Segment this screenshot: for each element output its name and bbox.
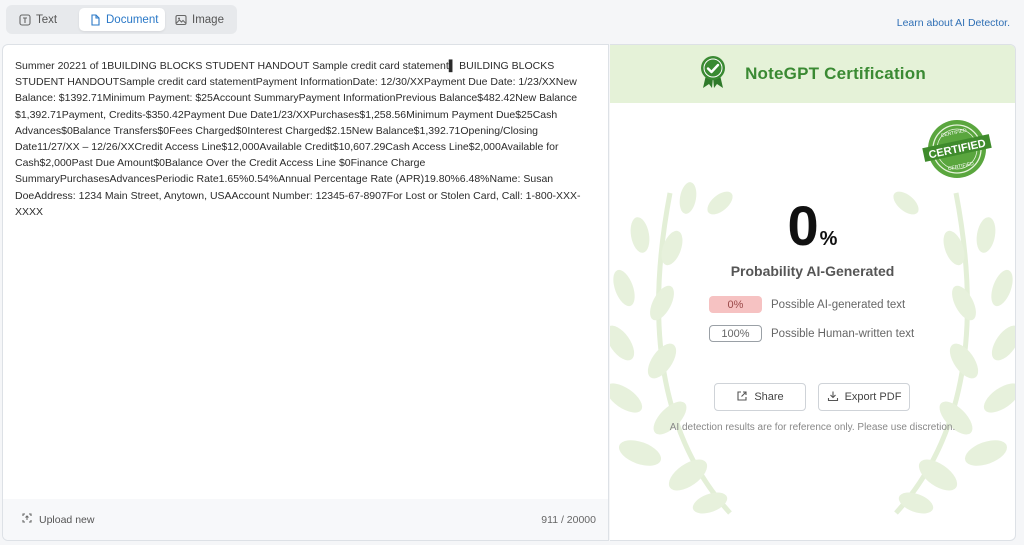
upload-new-button[interactable]: Upload new: [21, 512, 94, 527]
input-mode-tabs: Text Document Image: [6, 5, 237, 34]
certified-badge-icon: [699, 55, 727, 94]
ai-percent-value: 0: [787, 194, 819, 257]
tab-document[interactable]: Document: [79, 8, 165, 31]
character-counter: 911 / 20000: [541, 513, 596, 526]
image-icon: [175, 14, 187, 26]
share-button[interactable]: Share: [714, 383, 806, 411]
tab-image[interactable]: Image: [165, 8, 234, 31]
human-written-label: Possible Human-written text: [771, 327, 915, 340]
document-panel: Summer 20221 of 1BUILDING BLOCKS STUDENT…: [2, 44, 609, 541]
text-icon: [19, 13, 31, 26]
document-footer: Upload new 911 / 20000: [3, 499, 608, 540]
upload-icon: [21, 512, 33, 527]
probability-label: Probability AI-Generated: [730, 263, 895, 279]
certified-stamp-icon: CERTIFIED CERTIFIED CERTIFIED: [922, 120, 992, 178]
tab-text[interactable]: Text: [9, 8, 79, 31]
download-icon: [827, 390, 839, 405]
human-written-value-badge: 100%: [709, 325, 762, 342]
human-written-metric: 100% Possible Human-written text: [709, 325, 914, 342]
upload-new-label: Upload new: [39, 513, 95, 526]
document-text[interactable]: Summer 20221 of 1BUILDING BLOCKS STUDENT…: [3, 45, 608, 220]
tab-label: Text: [36, 13, 58, 26]
result-panel: NoteGPT Certification CERTIFIED CERTIFIE…: [610, 44, 1016, 541]
result-actions: Share Export PDF: [714, 383, 910, 411]
export-pdf-button[interactable]: Export PDF: [818, 383, 910, 411]
share-icon: [736, 390, 748, 405]
ai-generated-label: Possible AI-generated text: [771, 298, 906, 311]
tab-label: Document: [106, 13, 159, 26]
share-label: Share: [754, 391, 784, 403]
export-pdf-label: Export PDF: [844, 391, 902, 403]
tab-label: Image: [192, 13, 224, 26]
certification-title: NoteGPT Certification: [745, 64, 926, 83]
disclaimer-text: AI detection results are for reference o…: [669, 422, 956, 433]
document-icon: [89, 13, 101, 26]
ai-generated-value-badge: 0%: [709, 296, 762, 313]
ai-percent-sign: %: [819, 228, 838, 250]
learn-about-ai-detector-link[interactable]: Learn about AI Detector.: [897, 17, 1010, 29]
ai-percent-display: 0%: [610, 193, 1015, 258]
ai-generated-metric: 0% Possible AI-generated text: [709, 296, 905, 313]
certification-header: NoteGPT Certification: [610, 45, 1015, 103]
